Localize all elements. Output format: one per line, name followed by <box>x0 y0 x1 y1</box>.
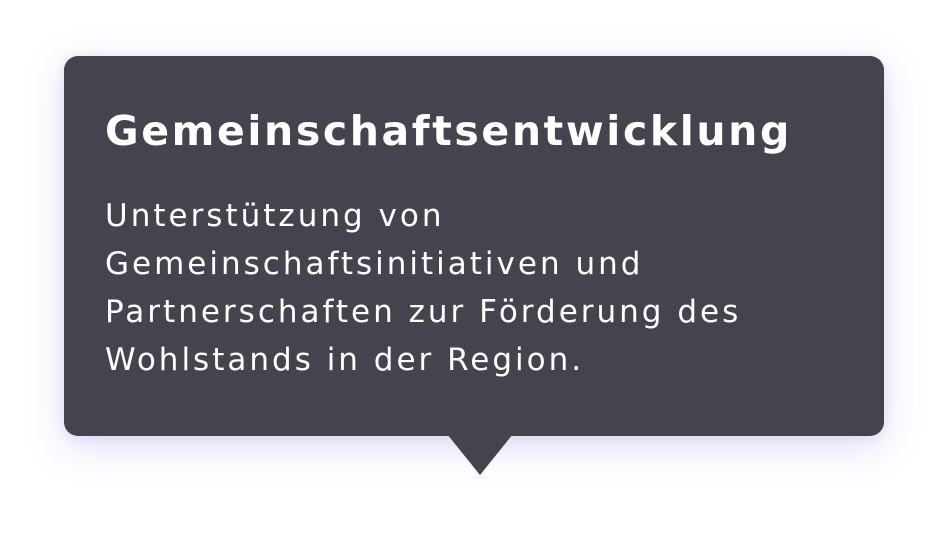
tooltip-description: Unterstützung von Gemeinschaftsinitiativ… <box>105 198 742 378</box>
tooltip-pointer <box>447 434 513 475</box>
tooltip-title: Gemeinschaftsentwicklung <box>105 107 792 155</box>
info-tooltip: Gemeinschaftsentwicklung Unterstützung v… <box>64 56 884 436</box>
